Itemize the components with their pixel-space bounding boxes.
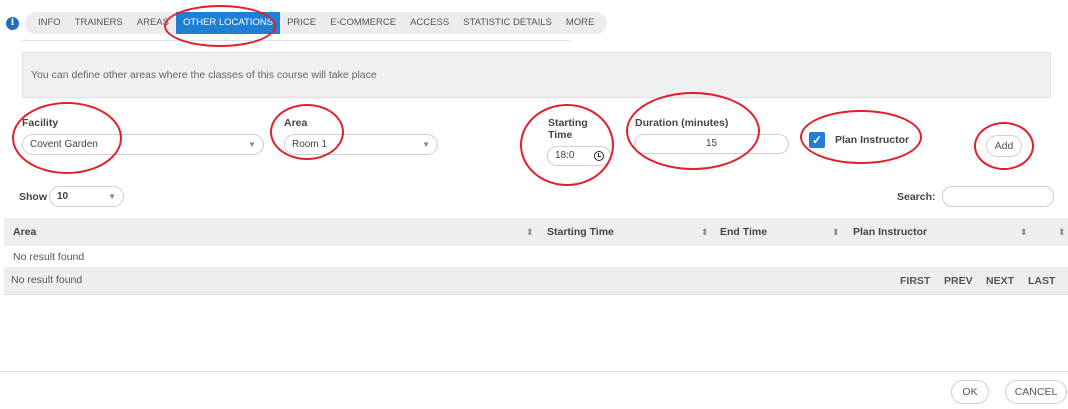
- tab-price[interactable]: PRICE: [280, 12, 323, 34]
- tab-statistic-details[interactable]: STATISTIC DETAILS: [456, 12, 559, 34]
- starting-time-input[interactable]: 18:0: [547, 146, 611, 166]
- tab-e-commerce[interactable]: E-COMMERCE: [323, 12, 403, 34]
- clock-icon[interactable]: [594, 151, 604, 161]
- plan-instructor-checkbox[interactable]: ✓: [809, 132, 825, 148]
- page-size-value: 10: [57, 191, 69, 202]
- facility-value: Covent Garden: [30, 139, 98, 150]
- duration-input[interactable]: 15: [634, 134, 789, 154]
- page-size-select[interactable]: 10 ▼: [49, 186, 124, 207]
- sort-icon[interactable]: ⬍: [701, 218, 709, 246]
- sort-icon[interactable]: ⬍: [832, 218, 840, 246]
- column-header-starting-time[interactable]: Starting Time: [547, 218, 614, 246]
- duration-label: Duration (minutes): [635, 117, 729, 129]
- cancel-button[interactable]: CANCEL: [1005, 380, 1067, 404]
- facility-label: Facility: [22, 117, 59, 129]
- chevron-down-icon: ▼: [248, 140, 256, 149]
- sort-icon[interactable]: ⬍: [1020, 218, 1028, 246]
- facility-select[interactable]: Covent Garden ▼: [22, 134, 264, 155]
- tab-other-locations[interactable]: OTHER LOCATIONS: [175, 12, 281, 34]
- search-input[interactable]: [942, 186, 1054, 207]
- search-label: Search:: [897, 191, 936, 203]
- area-label: Area: [284, 117, 308, 129]
- tab-trainers[interactable]: TRAINERS: [68, 12, 130, 34]
- column-header-area[interactable]: Area: [13, 218, 36, 246]
- sort-icon[interactable]: ⬍: [1058, 218, 1066, 246]
- table-header: Area ⬍ Starting Time ⬍ End Time ⬍ Plan I…: [4, 218, 1068, 246]
- info-icon[interactable]: i: [6, 16, 19, 30]
- empty-table-message: No result found: [13, 251, 85, 263]
- annotation-circle-duration: [626, 92, 760, 170]
- footer-divider: [0, 371, 1068, 372]
- plan-instructor-label: Plan Instructor: [835, 134, 910, 146]
- footer-message: No result found: [11, 274, 83, 286]
- chevron-down-icon: ▼: [422, 140, 430, 149]
- tab-bar: i INFO TRAINERS AREAS OTHER LOCATIONS PR…: [6, 12, 608, 34]
- pagination-first[interactable]: FIRST: [900, 267, 930, 295]
- info-message: You can define other areas where the cla…: [22, 52, 1051, 98]
- area-value: Room 1: [292, 139, 328, 150]
- tab-underline: [22, 40, 570, 41]
- tab-more[interactable]: MORE: [559, 12, 602, 34]
- pagination-prev[interactable]: PREV: [944, 267, 973, 295]
- pagination-last[interactable]: LAST: [1028, 267, 1055, 295]
- chevron-down-icon: ▼: [108, 192, 116, 201]
- tab-info[interactable]: INFO: [31, 12, 68, 34]
- sort-icon[interactable]: ⬍: [526, 218, 534, 246]
- starting-time-label: Starting Time: [548, 117, 588, 141]
- tabs-container: INFO TRAINERS AREAS OTHER LOCATIONS PRIC…: [25, 12, 608, 34]
- ok-button[interactable]: OK: [951, 380, 989, 404]
- tab-access[interactable]: ACCESS: [403, 12, 456, 34]
- pagination-next[interactable]: NEXT: [986, 267, 1014, 295]
- show-label: Show: [19, 191, 47, 203]
- column-header-plan-instructor[interactable]: Plan Instructor: [853, 218, 927, 246]
- table-footer: No result found FIRST PREV NEXT LAST: [4, 267, 1068, 295]
- column-header-end-time[interactable]: End Time: [720, 218, 767, 246]
- area-select[interactable]: Room 1 ▼: [284, 134, 438, 155]
- tab-areas[interactable]: AREAS: [130, 12, 176, 34]
- starting-time-value: 18:0: [555, 150, 575, 161]
- add-button[interactable]: Add: [986, 135, 1022, 157]
